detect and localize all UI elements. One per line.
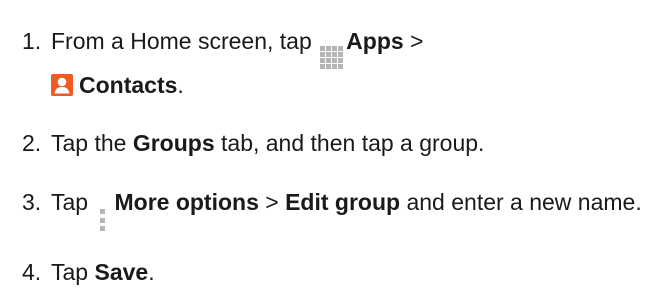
- more-options-icon: [100, 209, 106, 231]
- apps-grid-icon: [320, 46, 344, 69]
- apps-label: Apps: [346, 28, 404, 54]
- step-text: Tap: [51, 189, 95, 215]
- step-text: Tap the: [51, 130, 133, 156]
- step-text: From a Home screen, tap: [51, 28, 319, 54]
- instruction-steps: 1. From a Home screen, tap Apps > Contacts…: [22, 0, 652, 285]
- step-2: 2. Tap the Groups tab, and then tap a gro…: [22, 127, 652, 160]
- step-3: 3. Tap More options > Edit group and ente…: [22, 186, 652, 231]
- step-number: 4.: [22, 259, 42, 285]
- step-end: .: [177, 72, 184, 98]
- step-separator: >: [403, 28, 424, 54]
- save-label: Save: [94, 259, 149, 285]
- step-4: 4. Tap Save.: [22, 256, 652, 289]
- step-number: 2.: [22, 130, 42, 156]
- more-options-label: More options: [114, 189, 259, 215]
- contacts-icon: [51, 74, 73, 96]
- step-text: and enter a new name.: [400, 189, 642, 215]
- groups-tab-label: Groups: [132, 130, 215, 156]
- step-text: tab, and then tap a group.: [214, 130, 485, 156]
- step-end: .: [148, 259, 155, 285]
- step-1: 1. From a Home screen, tap Apps > Contacts…: [22, 25, 652, 102]
- step-number: 3.: [22, 189, 42, 215]
- step-text: Tap: [51, 259, 95, 285]
- edit-group-label: Edit group: [285, 189, 401, 215]
- step-separator: >: [258, 189, 286, 215]
- contacts-label: Contacts: [79, 72, 178, 98]
- step-number: 1.: [22, 28, 42, 54]
